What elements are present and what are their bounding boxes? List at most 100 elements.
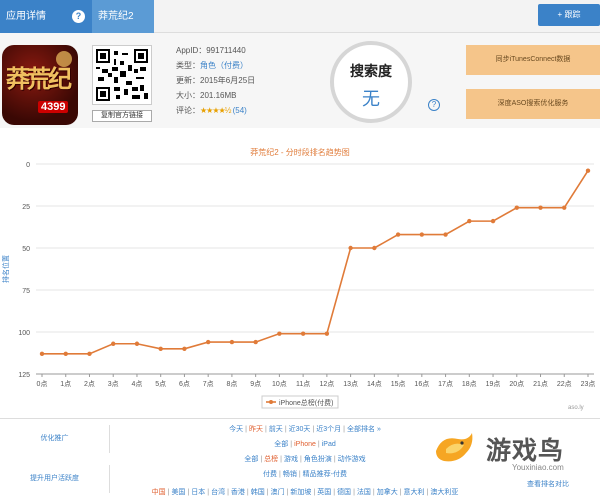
country-filter-option[interactable]: 新加坡 xyxy=(290,489,311,496)
time-filter-option[interactable]: 今天 xyxy=(229,426,243,433)
x-tick-label: 8点 xyxy=(226,380,237,388)
track-button[interactable]: + 跟踪 xyxy=(538,4,600,26)
filter-separator: | xyxy=(298,471,301,478)
type-value[interactable]: 角色（付费） xyxy=(200,61,248,70)
app-info-panel: 莽荒纪 4399 复制官方链接 AppID：991711440 类型：角色（付费… xyxy=(0,33,600,128)
filter-separator: | xyxy=(260,456,263,463)
itunes-sync-button[interactable]: 同步iTunesConnect数据 xyxy=(466,45,600,75)
time-filter-option[interactable]: 近30天 xyxy=(289,426,311,433)
country-filter-option[interactable]: 法国 xyxy=(357,489,371,496)
time-filter-option[interactable]: 全部排名 » xyxy=(347,426,381,433)
logo-url: Youxiniao.com xyxy=(512,463,564,472)
side-label-promote[interactable]: 优化推广 xyxy=(0,425,110,453)
country-filter-option[interactable]: 澳大利亚 xyxy=(430,489,458,496)
data-point xyxy=(514,205,519,210)
x-tick-label: 3点 xyxy=(108,380,119,388)
x-tick-label: 10点 xyxy=(272,380,287,388)
country-filter-option[interactable]: 意大利 xyxy=(404,489,425,496)
country-filter-option[interactable]: 台湾 xyxy=(211,489,225,496)
country-filter-option[interactable]: 日本 xyxy=(191,489,205,496)
device-filter-option[interactable]: iPad xyxy=(322,441,336,448)
tab-app-detail[interactable]: 应用详情 ? xyxy=(0,0,92,33)
rank-compare-link[interactable]: 查看排名对比 xyxy=(496,479,600,489)
device-filter-option[interactable]: iPhone xyxy=(294,441,316,448)
chart-source: aso.ly xyxy=(568,405,584,411)
x-tick-label: 15点 xyxy=(391,380,406,388)
filter-separator: | xyxy=(280,456,282,463)
youxiniao-logo: 游戏鸟 Youxiniao.com xyxy=(430,427,600,477)
category-filter-option[interactable]: 角色扮演 xyxy=(304,456,332,463)
filter-separator: | xyxy=(333,489,336,496)
rating-count[interactable]: (54) xyxy=(233,106,247,115)
filter-separator: | xyxy=(426,489,429,496)
help-icon[interactable]: ? xyxy=(72,10,85,23)
updated-value: 2015年6月25日 xyxy=(200,76,256,85)
x-tick-label: 9点 xyxy=(250,380,261,388)
rating-label: 评论： xyxy=(176,106,200,115)
type-label: 类型： xyxy=(176,61,200,70)
time-filter-option[interactable]: 近3个月 xyxy=(316,426,341,433)
appid-value: 991711440 xyxy=(206,46,246,55)
country-filter-option[interactable]: 美国 xyxy=(171,489,185,496)
data-point xyxy=(63,351,68,357)
x-tick-label: 19点 xyxy=(486,380,501,388)
data-point xyxy=(562,205,567,210)
y-tick-label: 75 xyxy=(22,288,30,295)
chart-type-filter-option[interactable]: 付费 xyxy=(263,471,277,478)
country-filter-option[interactable]: 澳门 xyxy=(271,489,285,496)
filter-panel: 优化推广 提升用户活跃度 今天 | 昨天 | 前天 | 近30天 | 近3个月 | 全部排名 » 全… xyxy=(0,418,600,500)
app-icon-title: 莽荒纪 xyxy=(6,64,72,93)
top-header: 应用详情 ? 莽荒纪2 + 跟踪 xyxy=(0,0,600,33)
data-point xyxy=(229,339,235,345)
search-help-icon[interactable]: ? xyxy=(428,99,440,111)
x-tick-label: 18点 xyxy=(462,380,477,388)
filter-separator: | xyxy=(312,426,315,433)
side-label-activity[interactable]: 提升用户活跃度 xyxy=(0,465,110,493)
country-filter-option[interactable]: 加拿大 xyxy=(377,489,398,496)
country-filter-option[interactable]: 香港 xyxy=(231,489,245,496)
chart-type-filter-option[interactable]: 畅销 xyxy=(283,471,297,478)
device-filter-option[interactable]: 全部 xyxy=(274,441,288,448)
filter-separator: | xyxy=(286,489,289,496)
series-line xyxy=(42,170,589,355)
filter-separator: | xyxy=(317,441,320,448)
rating-row: 评论：★★★★½ (54) xyxy=(176,103,255,118)
time-filter-option[interactable]: 前天 xyxy=(269,426,283,433)
copy-link-button[interactable]: 复制官方链接 xyxy=(92,110,152,122)
data-point xyxy=(277,331,282,336)
category-filter-option[interactable]: 全部 xyxy=(244,456,258,463)
category-filter-option[interactable]: 游戏 xyxy=(284,456,298,463)
rating-stars: ★★★★½ xyxy=(200,106,231,115)
data-point xyxy=(348,245,353,251)
app-icon-badge: 4399 xyxy=(38,101,69,113)
category-filter-option[interactable]: 动作游戏 xyxy=(338,456,366,463)
filter-separator: | xyxy=(245,426,247,433)
time-filter-option[interactable]: 昨天 xyxy=(249,426,263,433)
country-filter-option[interactable]: 韩国 xyxy=(251,489,265,496)
appid-label: AppID： xyxy=(176,46,207,55)
x-tick-label: 0点 xyxy=(37,380,48,388)
category-filter-option[interactable]: 总榜 xyxy=(264,456,278,463)
x-tick-label: 14点 xyxy=(367,380,382,388)
filter-separator: | xyxy=(313,489,316,496)
x-tick-label: 17点 xyxy=(438,380,453,388)
data-point xyxy=(39,351,45,357)
search-degree-label: 搜索度 xyxy=(350,63,392,79)
data-point xyxy=(324,331,330,336)
data-point xyxy=(134,341,140,346)
country-filter-option[interactable]: 英国 xyxy=(317,489,331,496)
y-tick-label: 125 xyxy=(18,372,30,379)
data-point xyxy=(205,339,211,345)
country-filter-option[interactable]: 德国 xyxy=(337,489,351,496)
tab-app-name[interactable]: 莽荒纪2 xyxy=(92,0,154,33)
legend-marker xyxy=(269,400,273,404)
aso-service-button[interactable]: 深度ASO搜索优化服务 xyxy=(466,89,600,119)
data-point xyxy=(395,232,401,237)
country-filter-row: 中国 | 美国 | 日本 | 台湾 | 香港 | 韩国 | 澳门 | 新加坡 | 英国 | 德国 | 法国 | 加拿大 | 意大… xyxy=(110,487,500,497)
country-filter-option[interactable]: 中国 xyxy=(152,489,166,496)
type-row: 类型：角色（付费） xyxy=(176,58,255,73)
chart-type-filter-option[interactable]: 精品推荐-付费 xyxy=(303,471,347,478)
logo-text: 游戏鸟 xyxy=(486,437,565,465)
filter-separator: | xyxy=(246,489,249,496)
legend-label: iPhone总榜(付费) xyxy=(279,398,333,407)
